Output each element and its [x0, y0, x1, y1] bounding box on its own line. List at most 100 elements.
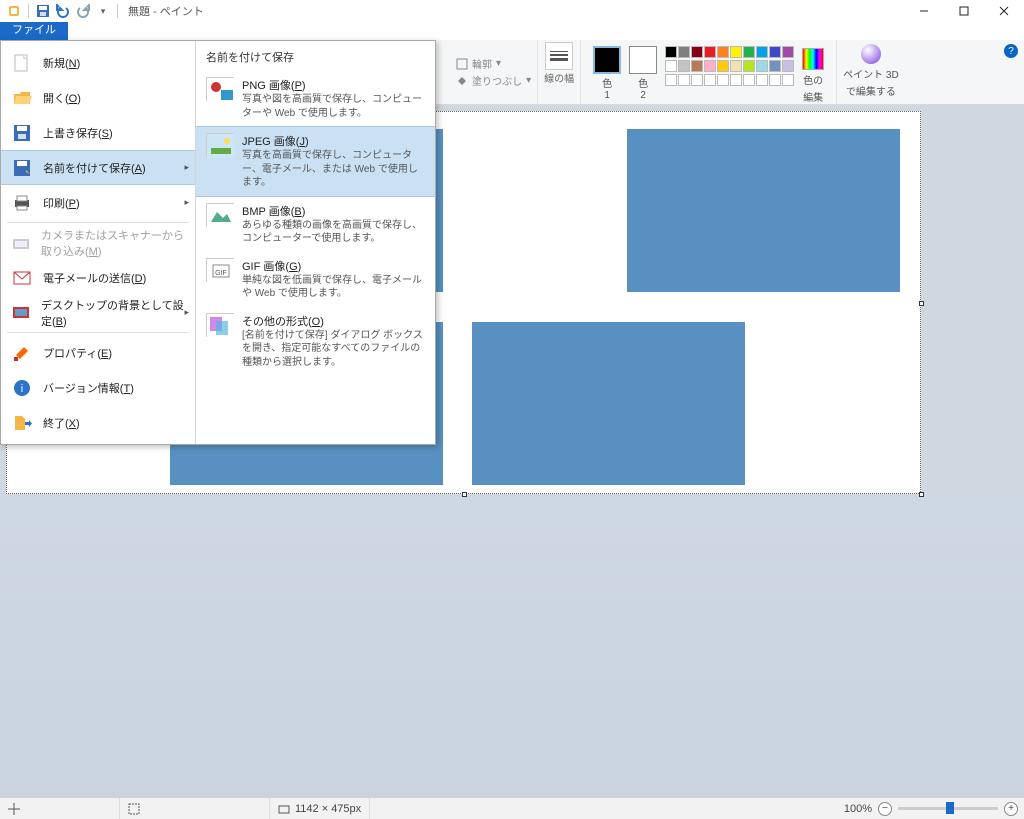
color-swatch[interactable]	[665, 60, 677, 72]
saveas-format-item[interactable]: BMP 画像(B)あらゆる種類の画像を高画質で保存し、コンピューターで使用します…	[196, 197, 435, 252]
chevron-right-icon: ▸	[184, 162, 189, 173]
file-menu-item[interactable]: 印刷(P)▸	[1, 185, 195, 220]
color-swatch[interactable]	[769, 46, 781, 58]
ribbon-tabs: ファイル	[0, 22, 1024, 40]
file-menu-item-label: プロパティ(E)	[43, 345, 112, 361]
color-swatch[interactable]	[743, 60, 755, 72]
paint-app-icon[interactable]	[4, 1, 24, 21]
saveas-format-item[interactable]: その他の形式(O)[名前を付けて保存] ダイアログ ボックスを開き、指定可能なす…	[196, 307, 435, 376]
qat-undo-icon[interactable]	[53, 1, 73, 21]
help-icon[interactable]: ?	[1004, 44, 1018, 58]
zoom-out-button[interactable]: −	[878, 802, 892, 816]
color-swatch[interactable]	[743, 74, 755, 86]
color-swatch[interactable]	[756, 60, 768, 72]
color-swatch[interactable]	[678, 74, 690, 86]
color-swatch[interactable]	[704, 60, 716, 72]
outline-dropdown[interactable]: 輪郭 ▾	[456, 55, 501, 72]
color-swatch[interactable]	[743, 46, 755, 58]
qat-save-icon[interactable]	[33, 1, 53, 21]
file-menu-item[interactable]: 終了(X)	[1, 405, 195, 440]
saveas-format-item[interactable]: JPEG 画像(J)写真を高画質で保存し、コンピューター、電子メール、または W…	[196, 126, 435, 197]
file-menu-item-label: 印刷(P)	[43, 195, 80, 211]
file-menu-item[interactable]: i バージョン情報(T)	[1, 370, 195, 405]
color-swatch[interactable]	[691, 60, 703, 72]
color-swatch[interactable]	[717, 74, 729, 86]
new-icon	[11, 52, 33, 74]
file-menu-item[interactable]: 電子メールの送信(D)	[1, 260, 195, 295]
statusbar: 1142 × 475px 100% − +	[0, 797, 1024, 819]
file-menu-item[interactable]: 開く(O)	[1, 80, 195, 115]
color-swatch[interactable]	[691, 46, 703, 58]
ribbon-group-line-width: 線の幅	[538, 40, 581, 104]
ribbon-group-paint3d: ペイント 3Dで編集する	[837, 40, 905, 104]
color-swatch[interactable]	[782, 46, 794, 58]
maximize-button[interactable]	[944, 0, 984, 22]
color-swatch[interactable]	[678, 60, 690, 72]
color-swatch[interactable]	[730, 46, 742, 58]
saveas-format-item[interactable]: GIFGIF 画像(G)単純な図を低画質で保存し、電子メールや Web で使用し…	[196, 252, 435, 307]
color-swatch[interactable]	[769, 60, 781, 72]
format-desc: [名前を付けて保存] ダイアログ ボックスを開き、指定可能なすべてのファイルの種…	[242, 329, 425, 370]
balloon-icon	[861, 44, 881, 64]
color-swatch[interactable]	[730, 60, 742, 72]
format-title: JPEG 画像(J)	[242, 133, 425, 149]
saveas-format-item[interactable]: PNG 画像(P)写真や図を高画質で保存し、コンピューターや Web で使用しま…	[196, 71, 435, 126]
open-icon	[11, 87, 33, 109]
file-menu-item[interactable]: プロパティ(E)	[1, 335, 195, 370]
color1-button[interactable]: 色1	[593, 46, 621, 101]
about-icon: i	[11, 377, 33, 399]
exit-icon	[11, 412, 33, 434]
color-swatch[interactable]	[730, 74, 742, 86]
close-button[interactable]	[984, 0, 1024, 22]
prop-icon	[11, 342, 33, 364]
color-swatch[interactable]	[704, 74, 716, 86]
svg-text:i: i	[21, 383, 23, 395]
rectangle-shape[interactable]	[627, 129, 900, 292]
qat-customize-icon[interactable]: ▾	[93, 1, 113, 21]
file-menu-item-label: 新規(N)	[43, 55, 80, 71]
color-swatch[interactable]	[717, 60, 729, 72]
file-menu-item[interactable]: 名前を付けて保存(A)▸	[1, 150, 195, 185]
format-title: PNG 画像(P)	[242, 77, 425, 93]
format-desc: 写真を高画質で保存し、コンピューター、電子メール、または Web で使用します。	[242, 149, 425, 190]
titlebar: ▾ 無題 - ペイント	[0, 0, 1024, 22]
file-menu-item[interactable]: 上書き保存(S)	[1, 115, 195, 150]
file-menu-item-label: バージョン情報(T)	[43, 380, 134, 396]
rectangle-shape[interactable]	[472, 322, 745, 485]
qat-redo-icon[interactable]	[73, 1, 93, 21]
svg-text:GIF: GIF	[215, 270, 227, 277]
zoom-slider[interactable]	[898, 807, 998, 810]
line-width-button[interactable]	[545, 42, 573, 70]
edit-colors-button[interactable]: 色の編集	[802, 46, 824, 104]
saveas-submenu: 名前を付けて保存 PNG 画像(P)写真や図を高画質で保存し、コンピューターや …	[196, 41, 435, 444]
color-swatch[interactable]	[678, 46, 690, 58]
minimize-button[interactable]	[904, 0, 944, 22]
zoom-in-button[interactable]: +	[1004, 802, 1018, 816]
line-width-label: 線の幅	[544, 70, 574, 85]
format-icon	[206, 77, 234, 101]
color-palette	[665, 46, 794, 86]
format-icon	[206, 203, 234, 227]
color-swatch[interactable]	[665, 46, 677, 58]
window-title: 無題 - ペイント	[128, 3, 204, 19]
ribbon-group-colors: 色1 色2 色の編集 色	[581, 40, 837, 104]
color-swatch[interactable]	[717, 46, 729, 58]
paint3d-button[interactable]: ペイント 3Dで編集する	[843, 42, 899, 98]
color2-button[interactable]: 色2	[629, 46, 657, 101]
zoom-level: 100%	[844, 803, 872, 815]
color-swatch[interactable]	[782, 74, 794, 86]
color-swatch[interactable]	[756, 74, 768, 86]
format-title: GIF 画像(G)	[242, 258, 425, 274]
color-swatch[interactable]	[691, 74, 703, 86]
color-swatch[interactable]	[704, 46, 716, 58]
color-swatch[interactable]	[782, 60, 794, 72]
file-menu-item[interactable]: デスクトップの背景として設定(B)▸	[1, 295, 195, 330]
color-swatch[interactable]	[756, 46, 768, 58]
fill-dropdown[interactable]: 塗りつぶし ▾	[456, 72, 531, 89]
file-menu-item: カメラまたはスキャナーから取り込み(M)	[1, 225, 195, 260]
color-swatch[interactable]	[769, 74, 781, 86]
ribbon-group-shape-options: 輪郭 ▾ 塗りつぶし ▾	[446, 40, 538, 104]
file-menu-item[interactable]: 新規(N)	[1, 45, 195, 80]
file-menu-list: 新規(N)開く(O)上書き保存(S)名前を付けて保存(A)▸印刷(P)▸カメラま…	[1, 41, 196, 444]
color-swatch[interactable]	[665, 74, 677, 86]
